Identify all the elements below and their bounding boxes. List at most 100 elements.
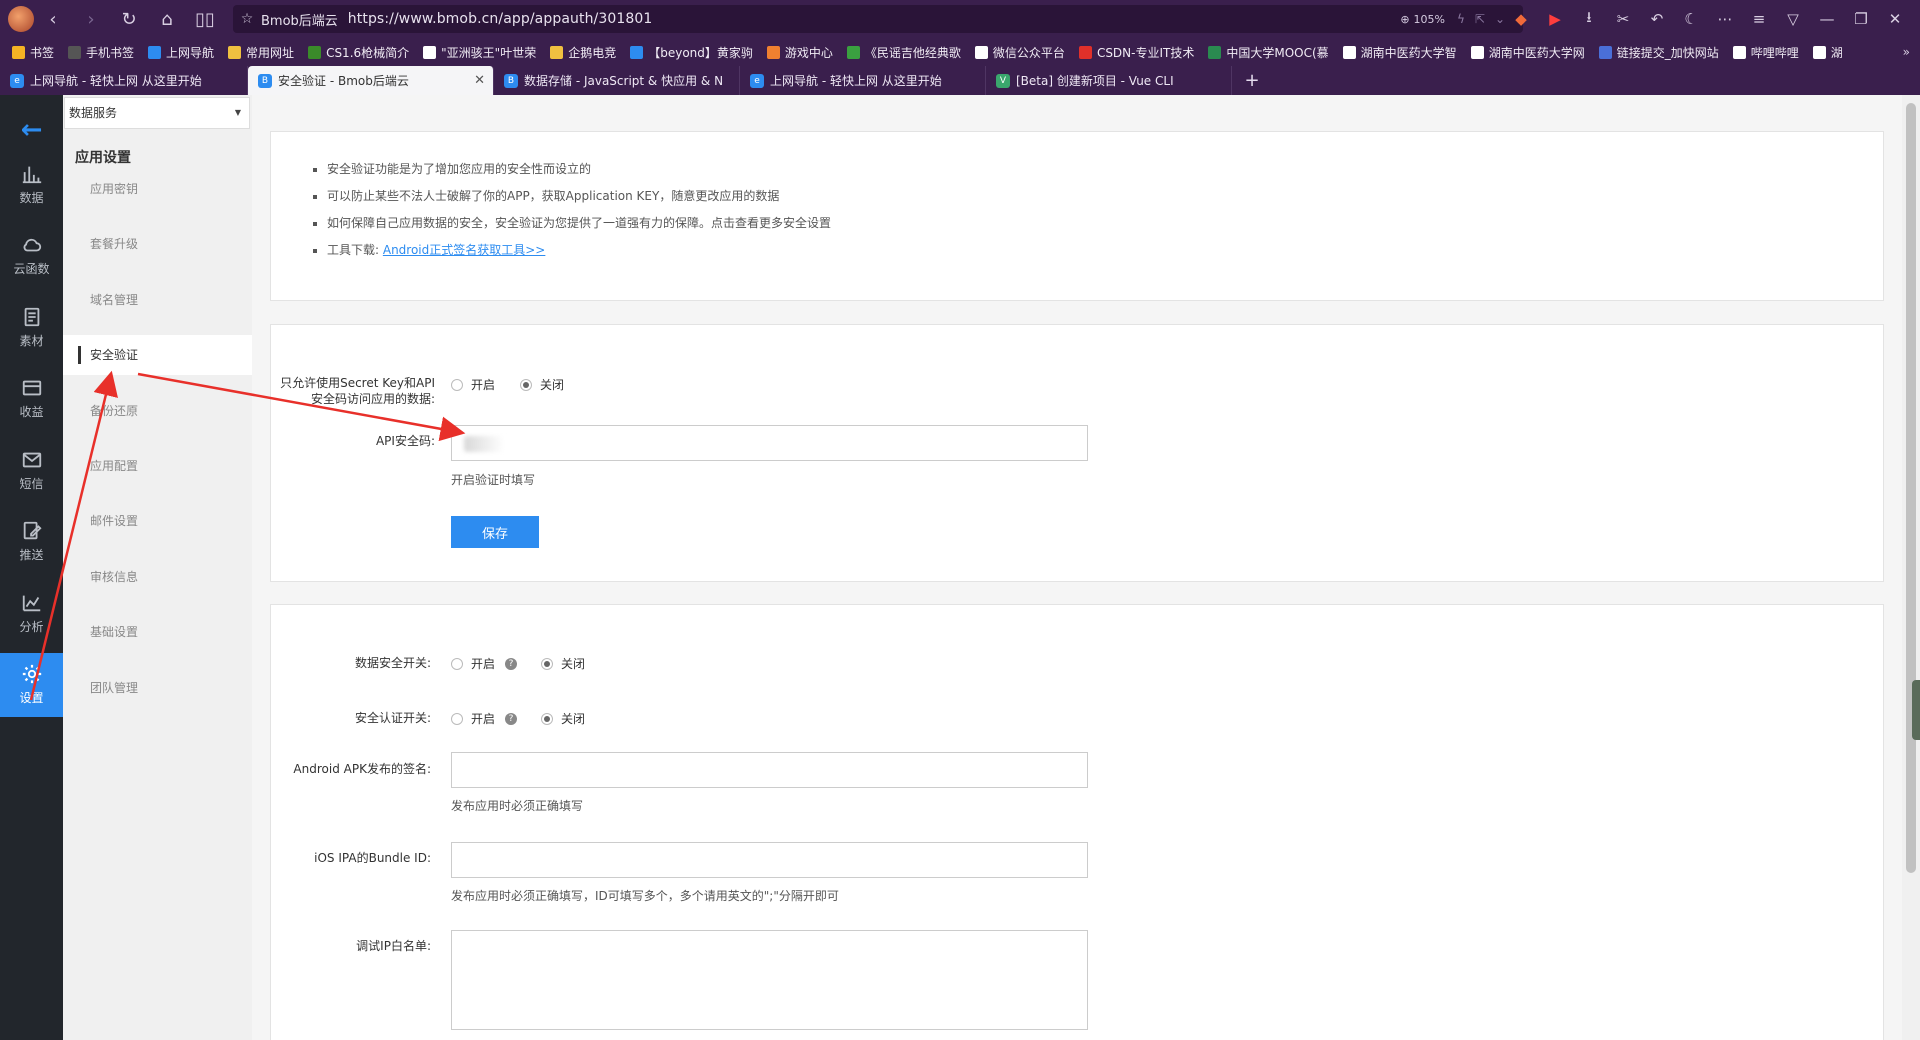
download-icon[interactable]: ⭳	[1572, 7, 1606, 32]
help-icon[interactable]: ?	[505, 712, 518, 725]
caret-down-icon: ▼	[234, 108, 241, 117]
sidebar-item[interactable]: 安全验证	[63, 335, 252, 376]
rail-item-素材[interactable]: 素材	[0, 295, 63, 359]
scrollbar-thumb[interactable]	[1906, 103, 1916, 873]
data-switch-on-radio[interactable]: 开启 ?	[451, 655, 518, 672]
rail-item-推送[interactable]: 推送	[0, 510, 63, 574]
rail-item-设置[interactable]: 设置	[0, 652, 63, 717]
shirt-icon[interactable]: ▽	[1776, 10, 1810, 28]
bookmark-favicon-icon	[68, 45, 82, 59]
video-icon[interactable]: ▶	[1538, 10, 1572, 28]
rail-item-分析[interactable]: 分析	[0, 581, 63, 645]
bookmark-item[interactable]: 游戏中心	[766, 44, 833, 61]
android-sign-tool-link[interactable]: Android正式签名获取工具>>	[383, 243, 546, 257]
bookmark-item[interactable]: "亚洲骇王"叶世荣	[423, 44, 536, 61]
reload-icon[interactable]: ↻	[110, 0, 148, 38]
data-switch-off-radio[interactable]: 关闭	[541, 655, 585, 672]
bookmark-item[interactable]: 微信公众平台	[974, 44, 1065, 61]
browser-tab[interactable]: e 上网导航 - 轻快上网 从这里开始	[0, 66, 248, 95]
radio-label: 开启	[471, 378, 496, 392]
bookmark-item[interactable]: CSDN-专业IT技术	[1078, 44, 1194, 61]
restore-icon[interactable]: ❐	[1844, 10, 1878, 28]
browser-tool-icons: ◆ ▶ ⭳ ✂ ↶ ☾ ⋯ ≡ ▽ — ❐ ✕	[1504, 0, 1912, 38]
info-list: 安全验证功能是为了增加您应用的安全性而设立的 可以防止某些不法人士破解了你的AP…	[311, 156, 831, 264]
back-arrow-icon[interactable]: ←	[0, 115, 63, 145]
sidebar-item[interactable]: 域名管理	[63, 280, 252, 320]
browser-tab[interactable]: B 安全验证 - Bmob后端云 ✕	[248, 66, 494, 95]
bookmark-item[interactable]: 湖	[1812, 44, 1843, 61]
game-icon[interactable]: ◆	[1504, 10, 1538, 28]
mail-icon	[22, 452, 41, 467]
save-button[interactable]: 保存	[451, 516, 539, 548]
sidebar-item[interactable]: 套餐升级	[63, 224, 252, 264]
side-panel-handle[interactable]	[1912, 680, 1920, 740]
menu-icon[interactable]: ≡	[1742, 10, 1776, 28]
home-icon[interactable]: ⌂	[148, 0, 186, 38]
address-url[interactable]: https://www.bmob.cn/app/appauth/301801	[348, 11, 653, 27]
sidebar-item[interactable]: 团队管理	[63, 668, 252, 708]
sidebar-item[interactable]: 基础设置	[63, 612, 252, 652]
ios-bundle-input[interactable]	[451, 842, 1088, 878]
tab-favicon-icon: e	[750, 73, 764, 88]
bookmarks-more-icon[interactable]: »	[1903, 38, 1910, 66]
bookmark-item[interactable]: 上网导航	[148, 44, 214, 61]
zoom-indicator[interactable]: ⊕ 105%	[1400, 13, 1445, 26]
scissors-icon[interactable]: ✂	[1606, 10, 1640, 28]
only-secret-off-radio[interactable]: 关闭	[520, 376, 564, 393]
info-line: 安全验证功能是为了增加您应用的安全性而设立的	[311, 156, 831, 183]
bookmark-item[interactable]: 湖南中医药大学网	[1470, 44, 1585, 61]
bookmark-star-icon[interactable]: ☆	[233, 11, 261, 27]
rail-item-收益[interactable]: 收益	[0, 367, 63, 431]
sidebar-item[interactable]: 审核信息	[63, 557, 252, 597]
bookmark-item[interactable]: CS1.6枪械简介	[308, 44, 409, 61]
apk-sign-hint: 发布应用时必须正确填写	[451, 799, 584, 813]
moon-icon[interactable]: ☾	[1674, 10, 1708, 28]
sidebar-item[interactable]: 应用配置	[63, 446, 252, 486]
sidebar-item[interactable]: 邮件设置	[63, 501, 252, 541]
auth-switch-on-radio[interactable]: 开启 ?	[451, 710, 518, 727]
debug-ip-textarea[interactable]	[451, 930, 1088, 1030]
close-window-icon[interactable]: ✕	[1878, 10, 1912, 28]
forward-icon[interactable]: ›	[72, 0, 110, 38]
service-select[interactable]: 数据服务 ▼	[64, 97, 250, 129]
rail-item-云函数[interactable]: 云函数	[0, 224, 63, 288]
page-scrollbar[interactable]	[1902, 95, 1920, 1040]
rail-item-短信[interactable]: 短信	[0, 438, 63, 502]
tab-close-icon[interactable]: ✕	[474, 73, 485, 88]
minimize-icon[interactable]: —	[1810, 10, 1844, 28]
undo-icon[interactable]: ↶	[1640, 10, 1674, 28]
bookmark-item[interactable]: 企鹅电竞	[550, 44, 616, 61]
rail-item-数据[interactable]: 数据	[0, 152, 63, 216]
bookmark-item[interactable]: 哔哩哔哩	[1732, 44, 1799, 61]
api-code-input[interactable]	[451, 425, 1088, 461]
bookmark-item[interactable]: 湖南中医药大学智	[1342, 44, 1457, 61]
bookmark-item[interactable]: 手机书签	[68, 44, 134, 61]
bookmark-item[interactable]: 书签	[12, 44, 54, 61]
browser-tab[interactable]: B 数据存储 - JavaScript & 快应用 & N	[494, 66, 740, 95]
address-bar[interactable]: ☆ Bmob后端云 https://www.bmob.cn/app/appaut…	[233, 5, 1523, 33]
more-icon[interactable]: ⋯	[1708, 10, 1742, 28]
bookmark-item[interactable]: 《民谣吉他经典歌	[846, 44, 961, 61]
bookmark-favicon-icon	[630, 45, 644, 59]
browser-tab[interactable]: V [Beta] 创建新项目 - Vue CLI	[986, 66, 1232, 95]
tab-favicon-icon: V	[996, 73, 1010, 88]
sidebar-item[interactable]: 应用密钥	[63, 169, 252, 209]
reader-icon[interactable]: ▯▯	[186, 0, 224, 38]
sidebar-item[interactable]: 备份还原	[63, 391, 252, 431]
new-tab-icon[interactable]: +	[1232, 66, 1272, 95]
bookmark-item[interactable]: 【beyond】黄家驹	[630, 44, 753, 61]
back-icon[interactable]: ‹	[34, 0, 72, 38]
bookmark-label: 湖	[1830, 45, 1843, 60]
browser-toolbar: ‹ › ↻ ⌂ ▯▯ ☆ Bmob后端云 https://www.bmob.cn…	[0, 0, 1920, 38]
bookmark-item[interactable]: 链接提交_加快网站	[1598, 44, 1719, 61]
profile-avatar[interactable]	[8, 6, 34, 32]
bookmark-label: 湖南中医药大学网	[1488, 45, 1585, 60]
bookmark-item[interactable]: 常用网址	[228, 44, 294, 61]
apk-sign-input[interactable]	[451, 752, 1088, 788]
browser-tab[interactable]: e 上网导航 - 轻快上网 从这里开始	[740, 66, 986, 95]
bookmark-item[interactable]: 中国大学MOOC(慕	[1208, 44, 1329, 61]
bookmark-favicon-icon	[1812, 45, 1826, 59]
auth-switch-off-radio[interactable]: 关闭	[541, 710, 585, 727]
only-secret-on-radio[interactable]: 开启	[451, 376, 495, 393]
help-icon[interactable]: ?	[505, 657, 518, 670]
